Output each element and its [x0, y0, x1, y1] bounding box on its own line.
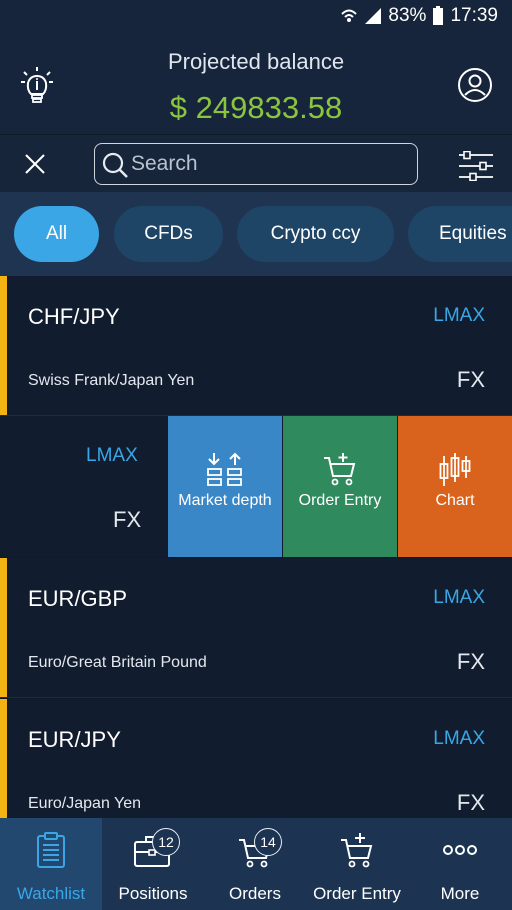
list-item-swiped[interactable]: LMAX FX Market depth Order Entry Chart [0, 416, 512, 557]
instrument-venue: LMAX [86, 445, 138, 466]
order-entry-button[interactable]: Order Entry [283, 416, 397, 557]
list-item[interactable]: EUR/GBP LMAX Euro/Great Britain Pound FX [0, 558, 512, 698]
signal-icon [365, 8, 382, 24]
chart-button[interactable]: Chart [398, 416, 512, 557]
category-filter-bar: All CFDs Crypto ccy Equities [0, 192, 512, 276]
filter-chip-equities[interactable]: Equities [408, 206, 512, 262]
instrument-type: FX [456, 790, 485, 815]
instrument-description: Swiss Frank/Japan Yen [28, 372, 195, 389]
market-depth-label: Market depth [178, 492, 272, 509]
instrument-type: FX [456, 649, 485, 674]
nav-orders[interactable]: 14 Orders [204, 818, 306, 910]
row-marker [0, 276, 7, 415]
row-marker [0, 699, 7, 818]
balance-header: Projected balance $ 249833.58 [0, 34, 512, 134]
instrument-description: Euro/Japan Yen [28, 795, 141, 812]
list-item[interactable]: EUR/JPY LMAX Euro/Japan Yen FX [0, 699, 512, 818]
filter-sliders-icon[interactable] [458, 151, 494, 181]
nav-positions-label: Positions [118, 884, 188, 903]
instrument-symbol: CHF/JPY [28, 304, 120, 329]
row-marker [0, 558, 7, 697]
nav-watchlist-label: Watchlist [16, 884, 86, 903]
instrument-venue: LMAX [433, 728, 485, 749]
filter-chip-cfds[interactable]: CFDs [114, 206, 223, 262]
nav-order-entry-label: Order Entry [313, 884, 401, 903]
search-box[interactable] [94, 143, 418, 185]
instrument-type: FX [113, 507, 142, 532]
market-depth-button[interactable]: Market depth [168, 416, 282, 557]
balance-title: Projected balance [167, 49, 345, 74]
order-entry-label: Order Entry [298, 492, 382, 509]
instrument-description: Euro/Great Britain Pound [28, 654, 207, 671]
instrument-venue: LMAX [433, 305, 485, 326]
filter-chip-all[interactable]: All [14, 206, 99, 262]
close-icon[interactable] [24, 153, 46, 175]
candlestick-icon [439, 453, 471, 486]
cart-plus-icon [341, 833, 373, 868]
positions-count-badge: 12 [152, 828, 180, 856]
nav-positions[interactable]: 12 Positions [102, 818, 204, 910]
list-item[interactable]: CHF/JPY LMAX Swiss Frank/Japan Yen FX [0, 276, 512, 416]
clock: 17:39 [450, 5, 498, 26]
search-bar [0, 134, 512, 192]
nav-more-label: More [440, 884, 480, 903]
projected-balance-value: $ 249833.58 [169, 90, 343, 125]
cart-plus-icon [324, 453, 356, 486]
nav-orders-label: Orders [229, 884, 281, 903]
nav-order-entry[interactable]: Order Entry [306, 818, 408, 910]
instrument-venue: LMAX [433, 587, 485, 608]
market-depth-icon [207, 452, 242, 486]
instrument-symbol: EUR/JPY [28, 727, 121, 752]
chart-label: Chart [435, 492, 475, 509]
filter-chip-crypto[interactable]: Crypto ccy [237, 206, 394, 262]
battery-icon [433, 6, 444, 25]
user-profile-icon[interactable] [457, 67, 493, 103]
instrument-symbol: EUR/GBP [28, 586, 128, 611]
nav-more[interactable]: More [408, 818, 512, 910]
orders-count-badge: 14 [254, 828, 282, 856]
status-bar: 83% 17:39 [0, 0, 512, 34]
watchlist: CHF/JPY LMAX Swiss Frank/Japan Yen FX LM… [0, 276, 512, 818]
search-input[interactable] [131, 148, 401, 180]
more-icon [443, 845, 477, 855]
clipboard-icon [37, 832, 65, 868]
nav-watchlist[interactable]: Watchlist [0, 818, 102, 910]
bottom-nav: Watchlist 12 Positions 14 Orders Order E… [0, 818, 512, 910]
battery-percent: 83% [388, 5, 427, 26]
instrument-type: FX [456, 367, 485, 392]
search-icon [102, 152, 128, 178]
wifi-calling-icon [341, 9, 358, 22]
